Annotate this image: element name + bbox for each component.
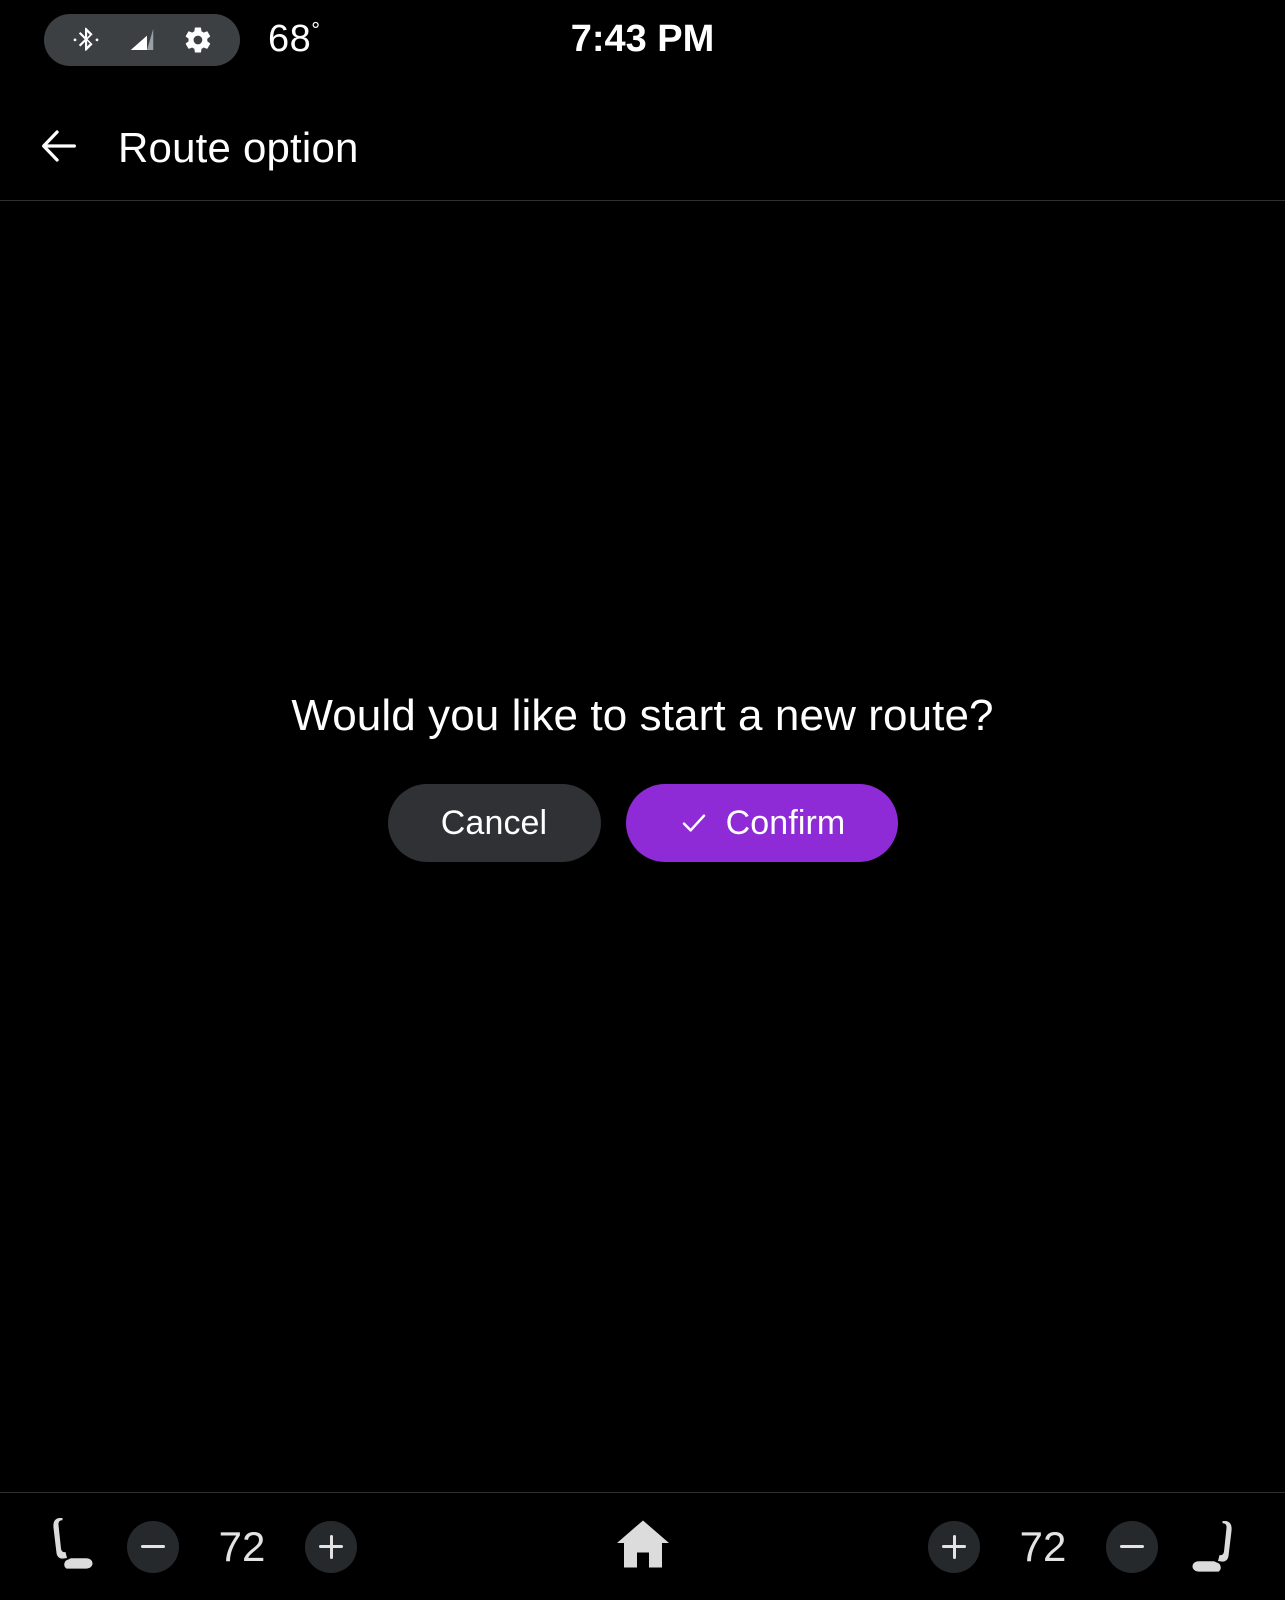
driver-temp-decrease-button[interactable] [127, 1520, 179, 1573]
driver-temp-value: 72 [218, 1522, 266, 1570]
confirm-route-dialog: Would you like to start a new route? Can… [0, 691, 1285, 862]
driver-seat-heater-button[interactable] [38, 1510, 100, 1584]
status-clock: 7:43 PM [570, 18, 715, 60]
back-button[interactable] [16, 105, 102, 191]
minus-icon [1120, 1545, 1144, 1548]
home-button[interactable] [597, 1501, 689, 1593]
passenger-temp-decrease-button[interactable] [1106, 1520, 1158, 1573]
passenger-temp-value: 72 [1019, 1522, 1067, 1570]
home-icon [611, 1514, 675, 1579]
car-seat-icon [1188, 1513, 1244, 1581]
confirm-button-label: Confirm [725, 803, 846, 842]
status-bar: 68° 7:43 PM [0, 0, 1285, 96]
arrow-left-icon [36, 123, 82, 174]
check-icon [678, 807, 710, 839]
dialog-actions: Cancel Confirm [387, 784, 898, 862]
cancel-button[interactable]: Cancel [387, 784, 601, 862]
plus-icon-vertical [952, 1534, 956, 1559]
dialog-message: Would you like to start a new route? [291, 691, 994, 740]
passenger-climate-controls: 72 [928, 1493, 1247, 1600]
app-bar: Route option [0, 96, 1285, 200]
driver-climate-controls: 72 [38, 1493, 357, 1600]
content-area: Would you like to start a new route? Can… [0, 201, 1285, 1492]
page-title: Route option [118, 124, 359, 171]
passenger-temp-increase-button[interactable] [928, 1520, 980, 1573]
driver-temp-increase-button[interactable] [305, 1520, 357, 1573]
plus-icon-vertical [329, 1534, 333, 1559]
confirm-button[interactable]: Confirm [625, 784, 898, 862]
minus-icon [141, 1545, 165, 1548]
bottom-bar: 72 72 [0, 1493, 1285, 1600]
car-seat-icon [41, 1510, 97, 1583]
passenger-seat-heater-button[interactable] [1185, 1510, 1247, 1584]
